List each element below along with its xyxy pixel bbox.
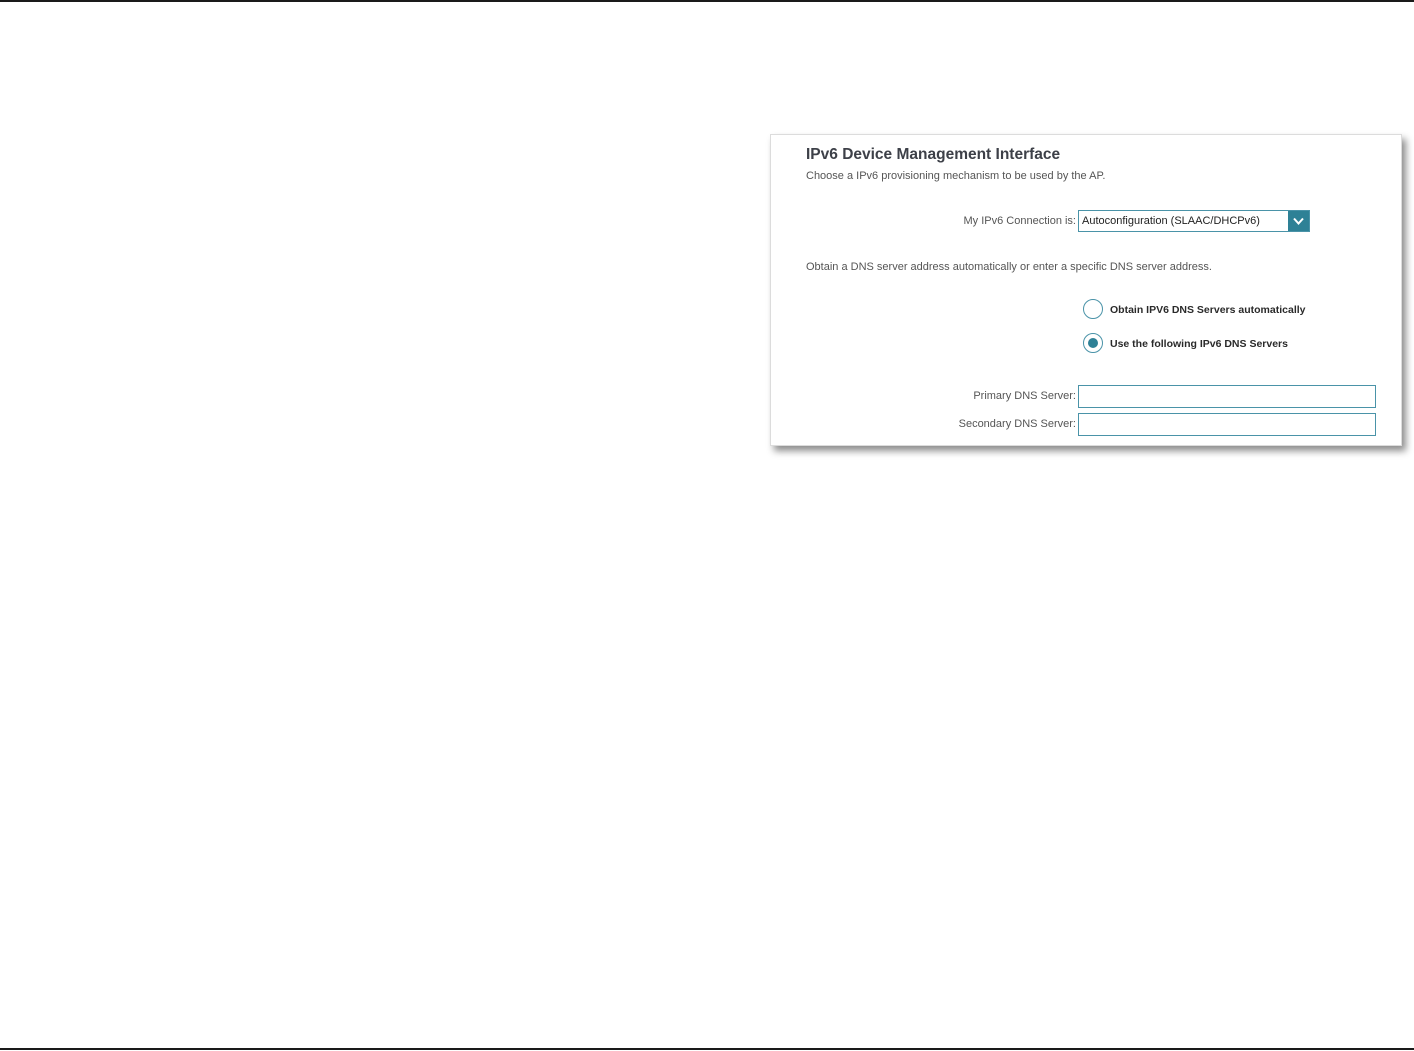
panel-title: IPv6 Device Management Interface: [806, 146, 1061, 163]
connection-type-label: My IPv6 Connection is:: [963, 215, 1077, 227]
dns-manual-radio[interactable]: [1083, 333, 1103, 353]
dns-auto-label[interactable]: Obtain IPV6 DNS Servers automatically: [1110, 304, 1306, 316]
ipv6-management-panel: IPv6 Device Management Interface Choose …: [770, 134, 1402, 446]
bottom-rule: [0, 1048, 1414, 1050]
top-rule: [0, 0, 1414, 2]
secondary-dns-input[interactable]: [1079, 414, 1375, 435]
radio-selected-dot: [1088, 338, 1098, 348]
secondary-dns-field[interactable]: [1078, 413, 1376, 436]
panel-description: Choose a IPv6 provisioning mechanism to …: [806, 170, 1106, 182]
dns-auto-radio[interactable]: [1083, 299, 1103, 319]
connection-type-select[interactable]: Autoconfiguration (SLAAC/DHCPv6): [1078, 210, 1310, 232]
connection-type-value: Autoconfiguration (SLAAC/DHCPv6): [1082, 215, 1260, 227]
dns-manual-label[interactable]: Use the following IPv6 DNS Servers: [1110, 338, 1288, 350]
dns-description: Obtain a DNS server address automaticall…: [806, 261, 1212, 273]
primary-dns-field[interactable]: [1078, 385, 1376, 408]
chevron-down-icon[interactable]: [1288, 211, 1309, 231]
secondary-dns-label: Secondary DNS Server:: [958, 418, 1076, 430]
primary-dns-input[interactable]: [1079, 386, 1375, 407]
primary-dns-label: Primary DNS Server:: [973, 390, 1076, 402]
